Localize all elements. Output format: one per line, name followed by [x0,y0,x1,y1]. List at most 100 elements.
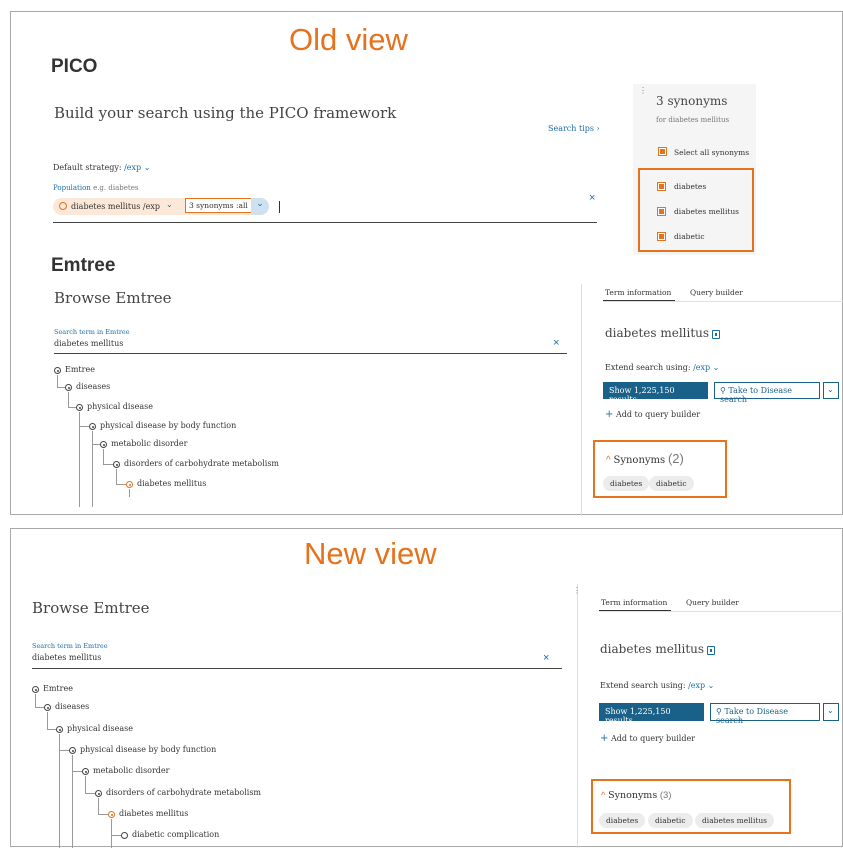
take-to-dropdown-button[interactable]: ⌄ [823,703,839,721]
tabs-border [599,611,843,612]
emtree-search-input[interactable] [32,651,562,669]
copy-icon[interactable] [707,646,715,655]
add-to-query-builder-link[interactable]: + Add to query builder [605,409,700,420]
close-icon[interactable]: × [543,652,549,664]
chevron-right-icon: › [596,124,600,133]
chevron-down-icon: ⌄ [707,681,715,690]
tree-item-metabolic-disorder[interactable]: metabolic disorder [93,766,170,775]
plus-icon: + [600,733,609,744]
synonyms-popup-title: 3 synonyms [656,94,728,108]
tree-item-diabetes-mellitus[interactable]: diabetes mellitus [137,479,206,488]
old-view-panel: Old view PICO Build your search using th… [10,11,843,516]
tree-item-physical-disease[interactable]: physical disease [87,402,153,411]
synonym-checkbox-2[interactable] [657,207,666,216]
tree-item-physical-disease-by-body-function[interactable]: physical disease by body function [100,421,236,430]
show-results-button[interactable]: Show 1,225,150 results [603,382,708,404]
target-icon [59,202,67,210]
synonym-label-3: diabetic [674,232,705,241]
synonym-chip-2[interactable]: diabetic [648,813,693,828]
synonym-label-2: diabetes mellitus [674,207,740,216]
show-results-button[interactable]: Show 1,225,150 results [599,703,704,725]
tree-item-disorders-of-carbohydrate-metabolism[interactable]: disorders of carbohydrate metabolism [106,788,261,797]
take-to-disease-search-button[interactable]: ⚲ Take to Disease search [710,703,820,725]
synonym-chip-2[interactable]: diabetic [649,476,694,491]
tree-node-icon [69,747,76,754]
emtree-section-title: Emtree [51,255,116,276]
close-icon[interactable]: × [589,192,595,204]
chevron-up-icon: ^ [606,455,611,466]
pico-section-title: PICO [51,56,98,77]
copy-icon[interactable] [712,330,720,339]
tree-node-icon [126,481,133,488]
population-label: Population e.g. diabetes [53,184,139,192]
drag-handle-icon: ⋮ [639,86,647,95]
tab-query-builder[interactable]: Query builder [690,288,743,297]
tree-node-icon [76,404,83,411]
panel-divider [581,284,582,516]
tree-node-icon [113,461,120,468]
tree-item-diabetic-complication[interactable]: diabetic complication [132,830,219,839]
tree-node-icon [56,726,63,733]
tree-node-icon [121,832,128,839]
synonym-chip-3[interactable]: diabetes mellitus [695,813,775,828]
tree-node-icon [44,704,51,711]
term-chip-label: diabetes mellitus /exp [71,202,160,211]
tree-item-diseases[interactable]: diseases [55,702,89,711]
synonyms-section-header[interactable]: ^ Synonyms (3) [601,790,671,801]
tree-node-icon [89,423,96,430]
tree-item-emtree[interactable]: Emtree [43,684,73,693]
tree-item-diseases[interactable]: diseases [76,382,110,391]
tree-node-icon [95,790,102,797]
synonym-label-1: diabetes [674,182,707,191]
tab-term-information[interactable]: Term information [601,598,667,607]
synonyms-popup-subtitle: for diabetes mellitus [656,116,730,124]
tree-node-icon [100,441,107,448]
select-all-label: Select all synonyms [674,148,750,157]
new-view-panel: New view Browse Emtree Search term in Em… [10,528,843,848]
synonyms-dropdown-toggle[interactable]: ⌄ [251,198,269,215]
synonyms-chip[interactable]: 3 synonyms :all [185,198,252,213]
tab-term-information[interactable]: Term information [605,288,671,297]
chevron-up-icon: ^ [601,790,606,801]
extend-search[interactable]: Extend search using: /exp ⌄ [600,681,714,690]
emtree-search-input[interactable] [54,337,567,354]
pico-title: Build your search using the PICO framewo… [54,104,397,122]
term-title: diabetes mellitus [600,642,705,656]
emtree-search-value: diabetes mellitus [54,339,124,348]
search-icon: ⚲ [716,707,722,716]
search-tips-link[interactable]: Search tips › [548,124,600,133]
tree-item-physical-disease[interactable]: physical disease [67,724,133,733]
synonym-checkbox-1[interactable] [657,182,666,191]
plus-icon: + [605,409,614,420]
tree-node-icon [54,367,61,374]
tree-node-icon [82,768,89,775]
emtree-search-label: Search term in Emtree [54,328,130,336]
synonym-chip-1[interactable]: diabetes [603,476,650,491]
panel-divider [577,584,578,848]
tab-query-builder[interactable]: Query builder [686,598,739,607]
extend-search[interactable]: Extend search using: /exp ⌄ [605,363,719,372]
synonym-checkbox-3[interactable] [657,232,666,241]
old-view-heading: Old view [289,22,408,57]
term-title: diabetes mellitus [605,326,710,340]
take-to-dropdown-button[interactable]: ⌄ [823,382,839,399]
default-strategy[interactable]: Default strategy: /exp ⌄ [53,163,150,172]
take-to-disease-search-button[interactable]: ⚲ Take to Disease search [714,382,820,404]
add-to-query-builder-link[interactable]: + Add to query builder [600,733,695,744]
browse-emtree-title: Browse Emtree [54,289,172,307]
tree-item-metabolic-disorder[interactable]: metabolic disorder [111,439,188,448]
synonym-chip-1[interactable]: diabetes [599,813,646,828]
chevron-down-icon: ⌄ [712,363,720,372]
synonyms-section-header[interactable]: ^ Synonyms (2) [606,451,684,466]
tree-node-icon [65,384,72,391]
chevron-down-icon[interactable]: ⌄ [166,200,173,209]
select-all-checkbox[interactable] [658,147,667,156]
close-icon[interactable]: × [553,337,559,349]
new-view-heading: New view [304,536,437,571]
tree-node-icon [108,811,115,818]
tree-item-emtree[interactable]: Emtree [65,365,95,374]
tree-item-diabetes-mellitus[interactable]: diabetes mellitus [119,809,188,818]
text-cursor [279,201,280,213]
tree-item-physical-disease-by-body-function[interactable]: physical disease by body function [80,745,216,754]
tree-item-disorders-of-carbohydrate-metabolism[interactable]: disorders of carbohydrate metabolism [124,459,279,468]
